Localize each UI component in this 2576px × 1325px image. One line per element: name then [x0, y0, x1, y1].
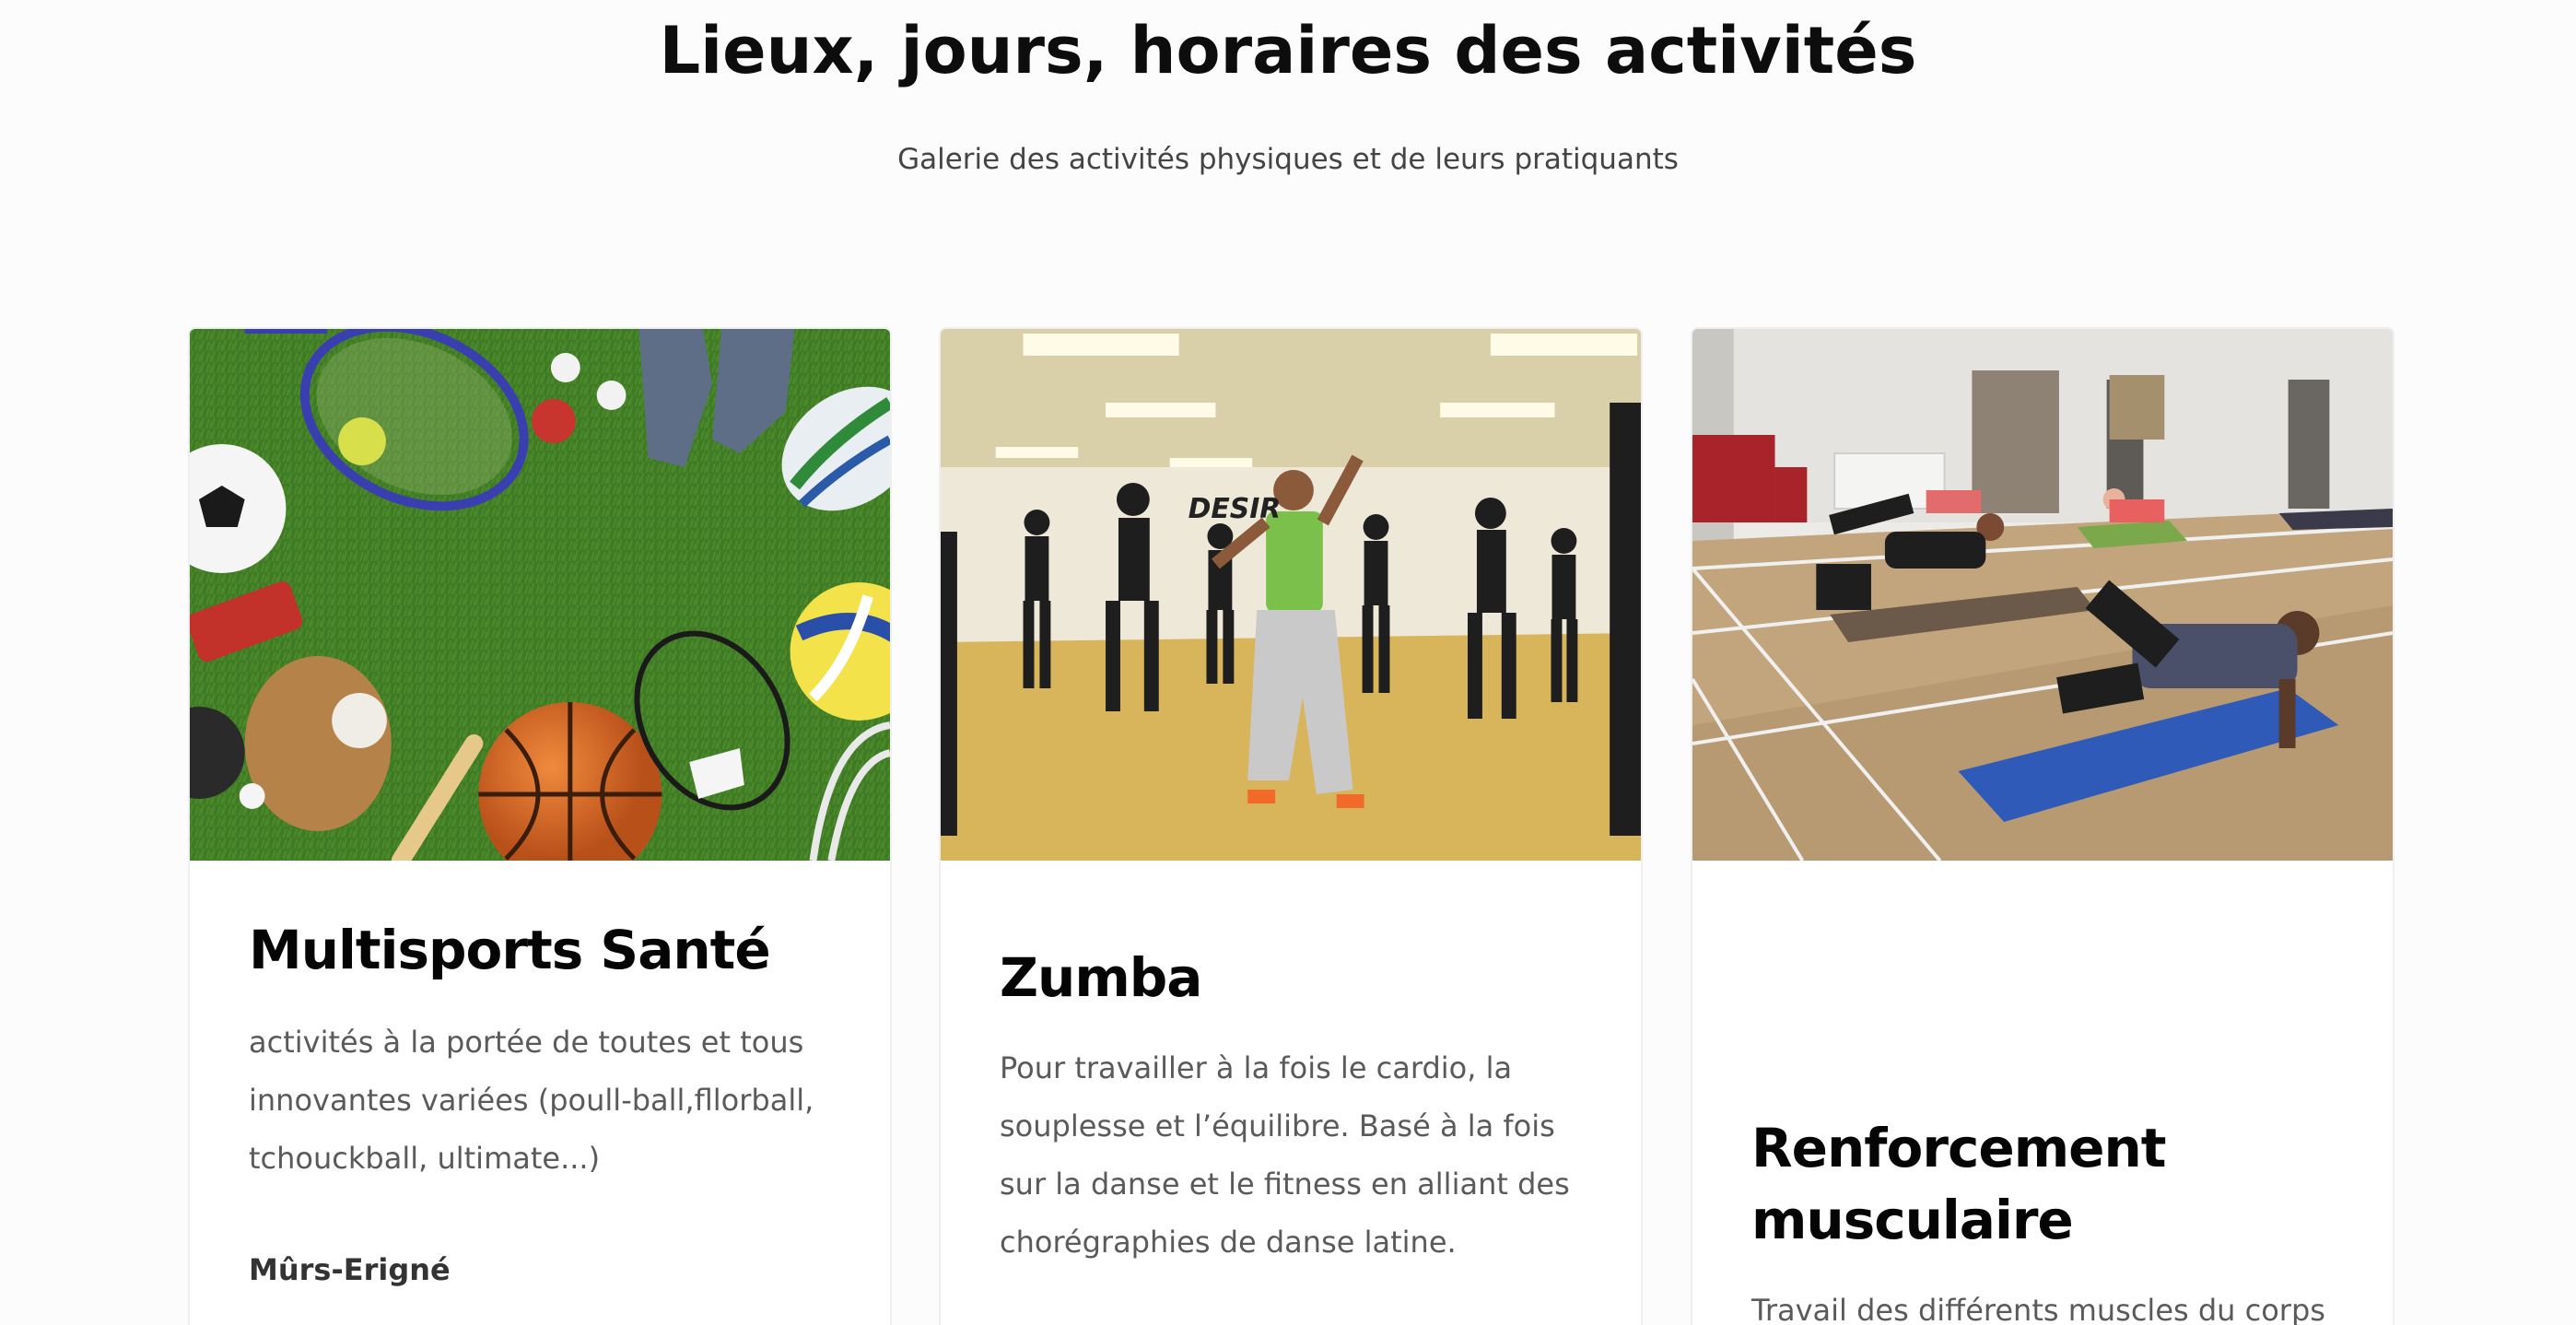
zumba-class-illustration: DESIR: [941, 329, 1641, 861]
card-description: activités à la portée de toutes et tous …: [249, 1025, 814, 1176]
svg-text:DESIR: DESIR: [1188, 493, 1282, 525]
card-title[interactable]: Renforcement musculaire: [1751, 1112, 2337, 1256]
card-title[interactable]: Zumba: [1000, 942, 1586, 1014]
card-place: Mûrs-Erigné: [249, 1252, 451, 1287]
card-body: Zumba Pour travailler à la fois le cardi…: [1000, 942, 1586, 1272]
section-title: Lieux, jours, horaires des activités: [659, 13, 1917, 88]
zumba-class-image[interactable]: DESIR: [941, 329, 1641, 861]
sports-equipment-image[interactable]: [190, 329, 890, 861]
activity-card-renforcement[interactable]: Renforcement musculaire Travail des diff…: [1691, 327, 2395, 1325]
sports-equipment-illustration: [190, 329, 890, 861]
card-description: Travail des différents muscles du corps: [1751, 1293, 2325, 1325]
card-description: Pour travailler à la fois le cardio, la …: [1000, 1050, 1570, 1260]
activity-card-multisports[interactable]: Multisports Santé activités à la portée …: [188, 327, 892, 1325]
card-title[interactable]: Multisports Santé: [249, 914, 835, 986]
muscle-training-illustration: [1692, 329, 2393, 861]
card-body: Renforcement musculaire Travail des diff…: [1751, 1112, 2337, 1325]
activity-card-zumba[interactable]: DESIR Zumba Pour travailler à la fois le…: [939, 327, 1643, 1325]
section-subtitle: Galerie des activités physiques et de le…: [897, 143, 1679, 176]
card-body: Multisports Santé activités à la portée …: [249, 914, 835, 1287]
muscle-training-image[interactable]: [1692, 329, 2393, 861]
